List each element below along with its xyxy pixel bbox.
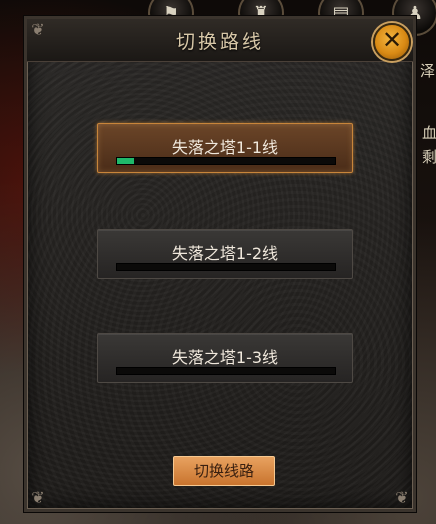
line-label: 失落之塔1-2线: [171, 244, 279, 263]
close-icon: ✕: [381, 26, 403, 54]
line-load-bar: [116, 367, 336, 375]
line-label: 失落之塔1-3线: [171, 348, 279, 367]
side-text-sheng: 剩: [422, 148, 436, 166]
dialog-title: 切换路线: [175, 31, 264, 53]
line-load-fill: [117, 158, 135, 164]
switch-line-button[interactable]: 切换线路: [173, 456, 275, 486]
side-text-ze: 泽: [420, 62, 436, 80]
close-button[interactable]: ✕: [373, 23, 411, 61]
switch-line-dialog: 切换路线 ❦ ❦ ❦ ✕ 失落之塔1-1线 失落之塔1-2线 失落之塔1-3线 …: [23, 15, 417, 513]
dialog-title-bar: 切换路线: [27, 19, 413, 62]
line-option-2[interactable]: 失落之塔1-2线: [97, 229, 353, 279]
line-option-3[interactable]: 失落之塔1-3线: [97, 333, 353, 383]
line-load-bar: [116, 157, 336, 165]
side-text-xue: 血: [422, 124, 436, 142]
line-label: 失落之塔1-1线: [171, 138, 279, 157]
corner-ornament-icon: ❦: [395, 488, 409, 507]
corner-ornament-icon: ❦: [31, 20, 45, 39]
line-option-1[interactable]: 失落之塔1-1线: [97, 123, 353, 173]
corner-ornament-icon: ❦: [31, 488, 45, 507]
line-load-bar: [116, 263, 336, 271]
